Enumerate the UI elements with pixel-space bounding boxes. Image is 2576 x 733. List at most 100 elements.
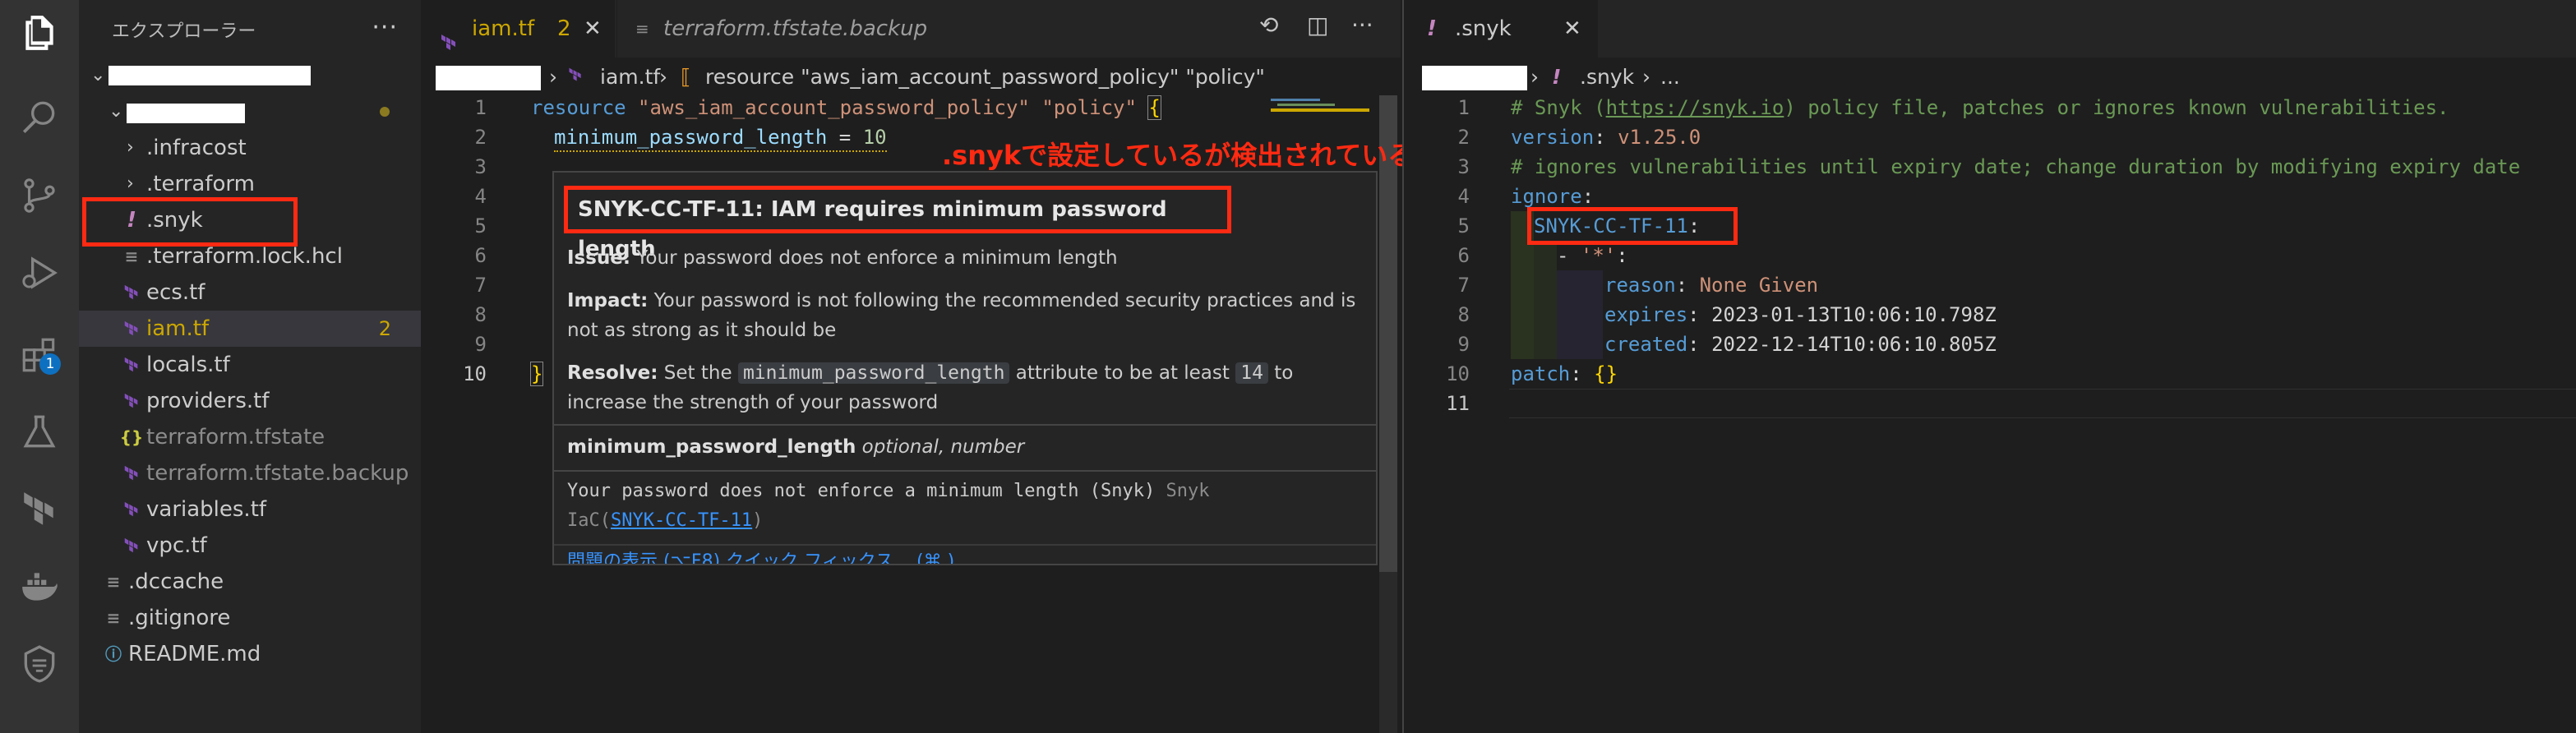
terraform-file-icon <box>120 274 143 311</box>
code-line-2[interactable]: version: v1.25.0 <box>1511 122 1701 152</box>
line-number: 2 <box>1457 126 1470 149</box>
divider <box>554 544 1376 546</box>
breadcrumb: › iam.tf › ⟦ resource "aws_iam_account_p… <box>421 59 1401 95</box>
symbol-icon: ⟦ <box>681 65 691 89</box>
line-number: 8 <box>1457 303 1470 326</box>
tree-item-ecs[interactable]: ecs.tf <box>79 274 421 311</box>
tab-snyk[interactable]: ! .snyk ✕ <box>1404 0 1598 58</box>
terraform-file-icon <box>120 383 143 419</box>
rule-id-highlight-box <box>1527 207 1738 245</box>
timeline-icon[interactable]: ⟲ <box>1259 12 1278 39</box>
minimap[interactable] <box>1271 95 1378 120</box>
code-line-7[interactable]: reason: None Given <box>1604 270 1818 300</box>
tree-item-tfstate-backup[interactable]: terraform.tfstate.backup <box>79 455 421 491</box>
breadcrumb: › ! .snyk › ... <box>1404 59 2576 95</box>
tab-label: terraform.tfstate.backup <box>663 16 928 41</box>
more-actions-icon[interactable]: ··· <box>1351 12 1373 39</box>
hover-resolve-cont: increase the strength of your password <box>567 392 939 413</box>
breadcrumb-symbol[interactable]: resource "aws_iam_account_password_polic… <box>705 59 1265 95</box>
hover-attribute: minimum_password_length optional, number <box>567 436 1025 458</box>
line-number: 10 <box>1446 362 1470 385</box>
docker-icon[interactable] <box>16 564 62 610</box>
rule-link[interactable]: SNYK-CC-TF-11 <box>611 510 752 531</box>
close-icon[interactable]: ✕ <box>1563 0 1581 58</box>
annotation-text: .snykで設定しているが検出されている <box>942 140 1415 171</box>
breadcrumb-file[interactable]: .snyk <box>1580 59 1634 95</box>
sidebar-title: エクスプローラー <box>112 21 256 42</box>
code-line-1[interactable]: resource "aws_iam_account_password_polic… <box>531 93 1161 122</box>
redacted-folder-name <box>127 104 245 123</box>
line-number: 3 <box>1457 155 1470 178</box>
close-icon[interactable]: ✕ <box>584 0 602 58</box>
tree-item-label: .gitignore <box>128 606 231 630</box>
tree-item-label: terraform.tfstate <box>146 425 325 449</box>
lines-file-icon: ≡ <box>106 572 121 592</box>
scrollbar[interactable] <box>1379 95 1397 733</box>
extensions-icon[interactable]: 1 <box>16 332 62 378</box>
tab-tfstate-backup[interactable]: ≡ terraform.tfstate.backup <box>616 0 927 58</box>
hover-impact: Impact: Your password is not following t… <box>567 290 1356 311</box>
split-editor-icon[interactable]: ◫ <box>1307 12 1328 39</box>
line-number: 2 <box>474 126 487 149</box>
indent-guide <box>1534 241 1557 359</box>
tree-item-label: vpc.tf <box>146 533 207 558</box>
code-line-1[interactable]: # Snyk (https://snyk.io) policy file, pa… <box>1511 93 2449 122</box>
hover-resolve: Resolve: Set the minimum_password_length… <box>567 362 1294 384</box>
tree-item-dccache[interactable]: ≡ .dccache <box>79 564 421 600</box>
more-actions-icon[interactable]: ··· <box>372 13 398 42</box>
source-control-icon[interactable] <box>16 173 62 219</box>
snyk-highlight-box <box>82 197 298 247</box>
line-number: 5 <box>474 214 487 237</box>
redacted-path <box>436 66 541 90</box>
search-icon[interactable] <box>16 95 62 141</box>
code-line-3[interactable]: # ignores vulnerabilities until expiry d… <box>1511 152 2520 182</box>
tree-item-infracost[interactable]: › .infracost <box>79 130 421 166</box>
project-folder[interactable]: ⌄ <box>79 94 421 130</box>
hover-issue: Issue: Your password does not enforce a … <box>567 247 1118 269</box>
code-line-10[interactable]: } <box>529 359 544 389</box>
terraform-file-icon <box>120 528 143 564</box>
hover-actions[interactable]: 問題の表示 (⌥F8) クイック フィックス... (⌘.) <box>567 547 1363 564</box>
tab-iam-tf[interactable]: iam.tf 2 ✕ <box>421 0 615 58</box>
redacted-folder-name <box>108 66 311 85</box>
code-line-2[interactable]: minimum_password_length = 10 <box>554 122 887 152</box>
hover-diagnostic-cont: IaC(SNYK-CC-TF-11) <box>567 510 764 531</box>
line-number: 1 <box>474 96 487 119</box>
breadcrumb-more[interactable]: ... <box>1660 59 1680 95</box>
tree-item-label: variables.tf <box>146 497 267 522</box>
tree-item-readme[interactable]: ⓘ README.md <box>79 636 421 672</box>
line-number: 1 <box>1457 96 1470 119</box>
json-file-icon: {} <box>119 427 144 447</box>
line-number: 8 <box>474 303 487 326</box>
line-number: 6 <box>474 244 487 267</box>
explorer-icon[interactable] <box>16 10 62 56</box>
breadcrumb-file[interactable]: iam.tf <box>600 59 660 95</box>
terraform-file-icon <box>120 491 143 528</box>
tree-item-iam[interactable]: iam.tf 2 <box>79 311 421 347</box>
tree-item-providers[interactable]: providers.tf <box>79 383 421 419</box>
code-line-9[interactable]: created: 2022-12-14T10:06:10.805Z <box>1604 330 1997 359</box>
line-number: 6 <box>1457 244 1470 267</box>
terraform-icon[interactable] <box>16 486 62 532</box>
run-debug-icon[interactable] <box>16 250 62 296</box>
tree-item-locals[interactable]: locals.tf <box>79 347 421 383</box>
code-line-10[interactable]: patch: {} <box>1511 359 1618 389</box>
info-file-icon: ⓘ <box>105 644 122 664</box>
code-line-8[interactable]: expires: 2023-01-13T10:06:10.798Z <box>1604 300 1997 330</box>
code-line-6[interactable]: - '*': <box>1557 241 1628 270</box>
tree-item-vpc[interactable]: vpc.tf <box>79 528 421 564</box>
line-number: 7 <box>1457 274 1470 297</box>
breadcrumb-separator: › <box>549 65 557 89</box>
indent-guide <box>1557 270 1603 359</box>
terraform-file-icon <box>567 59 584 95</box>
tree-item-variables[interactable]: variables.tf <box>79 491 421 528</box>
tree-item-tfstate[interactable]: {} terraform.tfstate <box>79 419 421 455</box>
problem-count: 2 <box>378 317 391 340</box>
workspace-root[interactable]: ⌄ <box>79 58 421 94</box>
tree-item-gitignore[interactable]: ≡ .gitignore <box>79 600 421 636</box>
line-number: 11 <box>1446 392 1470 415</box>
testing-icon[interactable] <box>16 409 62 455</box>
snyk-icon[interactable] <box>16 641 62 687</box>
chevron-right-icon: › <box>127 137 134 158</box>
chevron-down-icon: ⌄ <box>90 65 106 85</box>
